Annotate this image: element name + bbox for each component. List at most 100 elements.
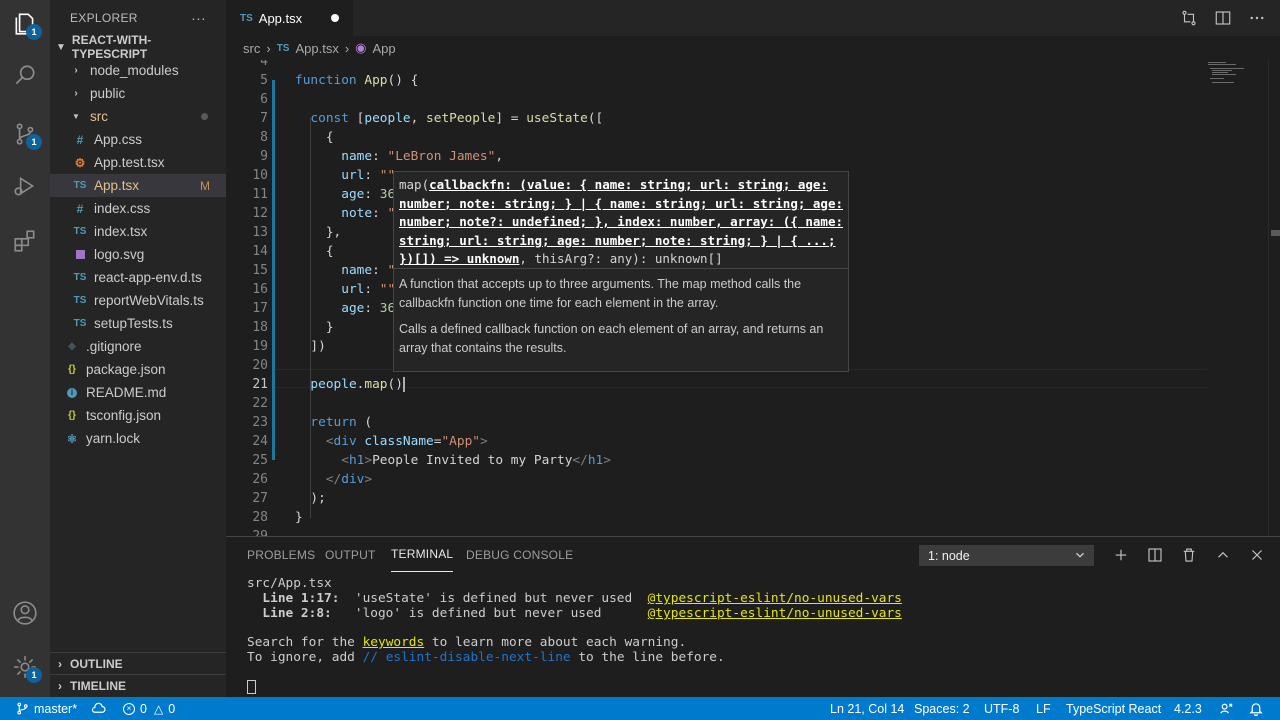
test-gear-icon: ⚙: [74, 155, 86, 170]
sync-icon[interactable]: [91, 697, 106, 720]
line-number: 11: [252, 187, 268, 202]
chevron-right-icon: ›: [344, 40, 350, 56]
tab-debug-console[interactable]: DEBUG CONSOLE: [466, 537, 573, 572]
breadcrumb-file[interactable]: App.tsx: [295, 41, 338, 56]
activity-bar: 1 1 1: [0, 0, 50, 697]
tree-item-label: react-app-env.d.ts: [94, 270, 202, 285]
explorer-icon[interactable]: 1: [0, 0, 50, 48]
hover-doc-param: A function that accepts up to three argu…: [399, 277, 802, 310]
tree-item-react-app-env[interactable]: TS react-app-env.d.ts: [50, 266, 226, 289]
breadcrumb-symbol[interactable]: App: [373, 41, 396, 56]
error-count: 0: [140, 701, 147, 716]
encoding[interactable]: UTF-8: [984, 697, 1019, 720]
line-number: 13: [252, 225, 268, 240]
tree-item-yarn-lock[interactable]: ⚛ yarn.lock: [50, 427, 226, 450]
line-number: 14: [252, 244, 268, 259]
terminal-line: Search for the keywords to learn more ab…: [247, 635, 687, 650]
tree-item-src[interactable]: ▼ src: [50, 105, 226, 128]
code-line: </div>: [325, 472, 373, 487]
language-mode[interactable]: TypeScript React: [1066, 697, 1161, 720]
line-number: 25: [252, 453, 268, 468]
terminal-line: Line 1:17: 'useState' is defined but nev…: [247, 591, 902, 606]
outline-section[interactable]: › OUTLINE: [50, 652, 226, 674]
terminal-select[interactable]: 1: node: [919, 545, 1094, 566]
tree-item-app-tsx[interactable]: TS App.tsx M: [50, 174, 226, 197]
typescript-icon: TS: [73, 226, 87, 237]
problems-status[interactable]: × 0 △ 0: [123, 697, 175, 720]
search-icon[interactable]: [0, 52, 50, 100]
tree-item-node-modules[interactable]: › node_modules: [50, 59, 226, 82]
line-number: 16: [252, 282, 268, 297]
account-icon[interactable]: [0, 589, 50, 637]
tree-item-index-css[interactable]: # index.css: [50, 197, 226, 220]
indentation[interactable]: Spaces: 2: [914, 697, 970, 720]
code-line: note: ": [341, 206, 396, 221]
typescript-icon: TS: [276, 42, 290, 54]
file-tree: › node_modules › public ▼ src # App.css ⚙ App…: [50, 59, 226, 450]
tree-item-label: logo.svg: [94, 247, 145, 262]
tree-item-readme[interactable]: i README.md: [50, 381, 226, 404]
more-actions-icon[interactable]: [1248, 9, 1266, 27]
tree-item-app-test[interactable]: ⚙ App.test.tsx: [50, 151, 226, 174]
tree-item-index-tsx[interactable]: TS index.tsx: [50, 220, 226, 243]
tree-item-setup-tests[interactable]: TS setupTests.ts: [50, 312, 226, 335]
tab-label: App.tsx: [258, 10, 303, 26]
tree-item-label: src: [90, 109, 108, 124]
extensions-icon[interactable]: [0, 217, 50, 265]
new-terminal-icon[interactable]: [1112, 546, 1130, 564]
split-editor-icon[interactable]: [1214, 9, 1232, 27]
cursor-position[interactable]: Ln 21, Col 14: [830, 697, 904, 720]
split-terminal-icon[interactable]: [1146, 546, 1164, 564]
more-actions-icon[interactable]: ···: [191, 10, 206, 26]
tree-item-label: tsconfig.json: [86, 408, 162, 423]
line-number: 5: [260, 73, 268, 88]
hover-doc-method: Calls a defined callback function on eac…: [399, 322, 824, 355]
json-icon: {}: [68, 410, 76, 421]
explorer-sidebar: EXPLORER ··· ▼ REACT-WITH-TYPESCRIPT › no…: [50, 0, 226, 697]
tree-item-logo-svg[interactable]: logo.svg: [50, 243, 226, 266]
branch-status[interactable]: master*: [16, 697, 77, 720]
timeline-section[interactable]: › TIMELINE: [50, 674, 226, 696]
chevron-down-icon: [1076, 552, 1084, 558]
tab-problems[interactable]: PROBLEMS: [247, 537, 315, 572]
breadcrumb-folder[interactable]: src: [243, 41, 260, 56]
tab-app-tsx[interactable]: TS App.tsx: [226, 0, 353, 36]
line-number: 28: [252, 510, 268, 525]
code-line: url: "": [341, 168, 396, 183]
manage-gear-icon[interactable]: 1: [0, 643, 50, 691]
minimap[interactable]: [1205, 60, 1265, 536]
tree-item-tsconfig[interactable]: {} tsconfig.json: [50, 404, 226, 427]
tab-output[interactable]: OUTPUT: [325, 537, 376, 572]
tab-terminal[interactable]: TERMINAL: [391, 537, 454, 572]
line-number: 18: [252, 320, 268, 335]
line-number: 8: [260, 130, 268, 145]
tree-item-public[interactable]: › public: [50, 82, 226, 105]
run-debug-icon[interactable]: [0, 162, 50, 210]
terminal-line: To ignore, add // eslint-disable-next-li…: [247, 650, 725, 665]
source-control-icon[interactable]: 1: [0, 110, 50, 158]
close-panel-icon[interactable]: [1248, 546, 1266, 564]
unsaved-dot-icon[interactable]: [331, 14, 339, 22]
info-icon: i: [64, 387, 80, 398]
ts-version[interactable]: 4.2.3: [1174, 697, 1202, 720]
feedback-icon[interactable]: [1219, 697, 1234, 720]
maximize-panel-icon[interactable]: [1214, 546, 1232, 564]
terminal-cursor[interactable]: [247, 680, 256, 694]
notifications-bell-icon[interactable]: [1249, 697, 1263, 720]
editor-scrollbar[interactable]: [1268, 60, 1280, 536]
line-ending[interactable]: LF: [1036, 697, 1051, 720]
tree-item-gitignore[interactable]: ◆ .gitignore: [50, 335, 226, 358]
project-folder[interactable]: ▼ REACT-WITH-TYPESCRIPT: [50, 33, 226, 61]
tree-item-report-web-vitals[interactable]: TS reportWebVitals.ts: [50, 289, 226, 312]
bottom-panel: PROBLEMS OUTPUT TERMINAL DEBUG CONSOLE 1…: [226, 536, 1280, 697]
open-changes-icon[interactable]: [1180, 9, 1198, 27]
tree-item-app-css[interactable]: # App.css: [50, 128, 226, 151]
line-number: 10: [252, 168, 268, 183]
tree-item-package-json[interactable]: {} package.json: [50, 358, 226, 381]
tree-item-label: node_modules: [90, 63, 179, 78]
chevron-right-icon: ›: [74, 65, 78, 76]
signature-suffix: , thisArg?: any): unknown[]: [519, 251, 723, 267]
chevron-down-icon: ▼: [72, 112, 80, 121]
trash-icon[interactable]: [1180, 546, 1198, 564]
warning-icon: △: [153, 701, 164, 716]
